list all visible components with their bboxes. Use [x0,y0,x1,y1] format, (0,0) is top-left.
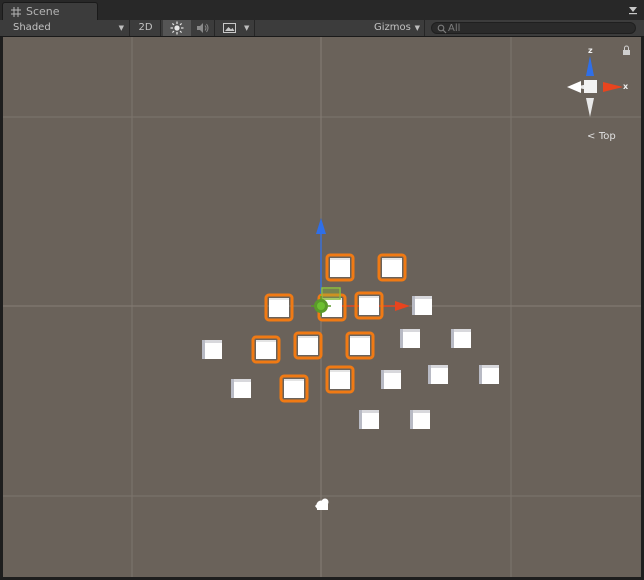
search-input[interactable] [448,23,628,33]
chevron-down-icon: ▼ [118,24,124,32]
cube[interactable] [202,340,222,359]
gizmos-label: Gizmos [374,22,411,33]
axis-z-icon[interactable] [586,56,594,76]
cube[interactable] [400,329,420,348]
image-icon [223,23,236,33]
selected-cube[interactable] [325,365,355,394]
axis-z-label: z [588,46,593,55]
lock-icon[interactable] [623,45,630,55]
selected-cube[interactable] [325,253,355,282]
gizmos-dropdown[interactable]: Gizmos ▼ [369,20,425,36]
cube[interactable] [359,410,379,429]
selected-cube[interactable] [354,291,384,320]
gizmo-center-cube[interactable] [584,80,597,93]
scene-orientation-gizmo[interactable] [567,56,623,117]
axis-x-label: x [623,82,629,91]
chevron-down-icon: ▼ [244,24,250,32]
axis-x-icon[interactable] [603,82,623,92]
perspective-icon: < [587,131,596,142]
selected-cube[interactable] [345,331,375,360]
search-field[interactable] [431,22,636,34]
cube[interactable] [410,410,430,429]
toggle-2d-button[interactable]: 2D [131,20,161,36]
axis-neg-z-icon[interactable] [586,98,594,117]
cube[interactable] [451,329,471,348]
view-orientation-label[interactable]: < Top [587,129,616,142]
axis-neg-x-cone[interactable] [567,81,581,93]
selected-cube[interactable] [377,253,407,282]
tab-label: Scene [26,5,60,18]
shading-mode-dropdown[interactable]: Shaded ▼ [0,20,130,36]
grid-icon [11,7,21,17]
cube[interactable] [381,370,401,389]
camera-icon[interactable] [315,498,329,511]
chevron-down-icon: ▼ [414,24,420,32]
speaker-icon [196,23,208,33]
selected-cube[interactable] [251,335,281,364]
window-menu-icon[interactable] [627,5,639,15]
selected-cube[interactable] [293,331,323,360]
scene-canvas [3,37,641,577]
sun-icon [170,21,184,35]
scene-viewport[interactable]: z x < Top [3,37,641,577]
selected-cube[interactable] [279,374,309,403]
lighting-toggle-button[interactable] [163,20,191,36]
selected-cube[interactable] [264,293,294,322]
tab-scene[interactable]: Scene [2,2,98,20]
shading-mode-label: Shaded [13,22,51,33]
cube[interactable] [231,379,251,398]
plane-handle-icon[interactable] [321,287,341,300]
cube[interactable] [479,365,499,384]
effects-dropdown[interactable]: ▼ [217,20,255,36]
cube[interactable] [412,296,432,315]
audio-toggle-button[interactable] [191,20,215,36]
view-name: Top [598,131,616,142]
scene-toolbar: Shaded ▼ 2D ▼ Gizmos ▼ [0,20,644,37]
tab-bar: Scene [0,0,644,20]
search-icon [437,24,447,34]
cube[interactable] [428,365,448,384]
